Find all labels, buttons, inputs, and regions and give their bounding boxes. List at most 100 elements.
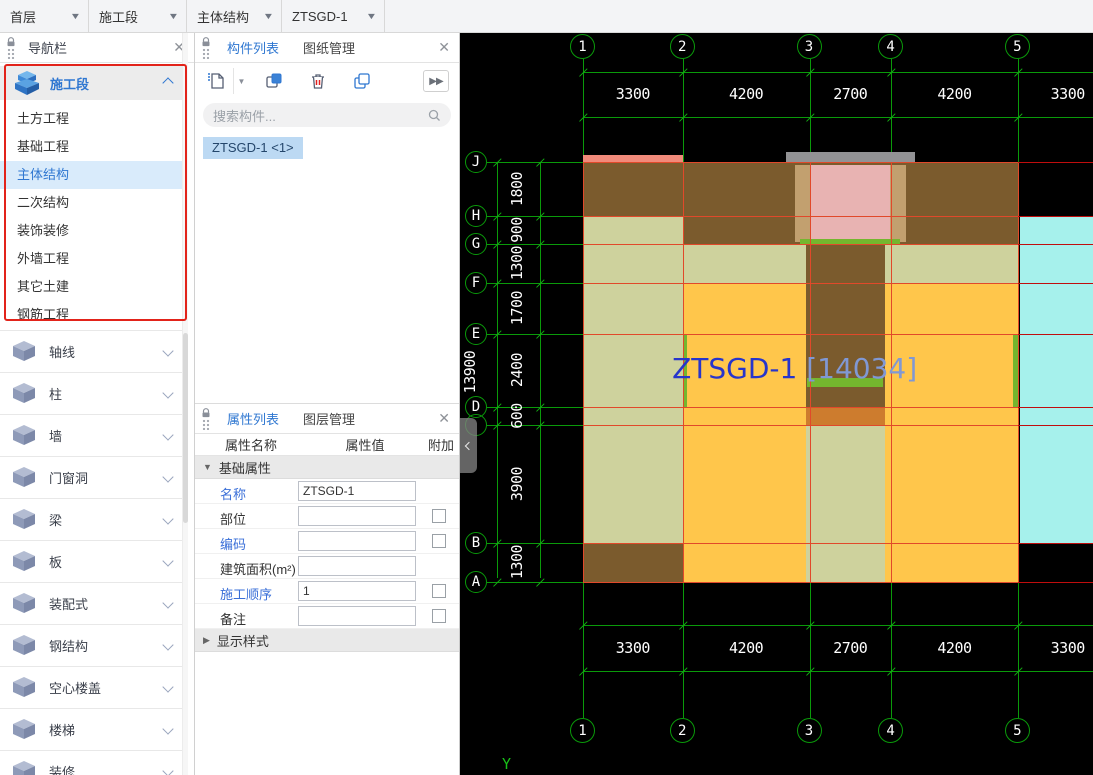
door-window-icon [11,465,39,491]
axis-overlay-horizontal [583,425,1018,426]
more-tools-button[interactable]: ▶▶ [423,70,449,92]
new-component-button[interactable] [203,68,229,94]
sidebar-item-label: 柱 [49,384,62,403]
axis-overlay-horizontal [583,582,1018,583]
plan-block-orange [683,425,806,543]
sidebar-item-5[interactable]: 梁 [0,498,188,540]
property-label[interactable]: 编码 [220,534,246,553]
grid-bubble-F: F [465,272,487,294]
sidebar-item-label: 钢结构 [49,636,88,655]
sidebar-item-7[interactable]: 装配式 [0,582,188,624]
panel-drag-handle[interactable] [197,37,215,59]
property-value-input[interactable] [298,581,416,601]
new-component-dropdown[interactable]: ▼ [233,68,249,94]
sidebar-item-4[interactable]: 门窗洞 [0,456,188,498]
component-panel-header: 构件列表 图纸管理 ✕ [195,33,459,63]
lock-icon [6,37,16,47]
property-row-3: 建筑面积(m²) [195,554,459,579]
property-value-input[interactable] [298,606,416,626]
panel-drag-handle[interactable] [197,408,215,430]
property-label: 建筑面积(m²) [220,559,296,578]
grip-dots-icon [202,48,210,59]
close-icon[interactable]: ✕ [438,40,450,54]
tab-property-list[interactable]: 属性列表 [215,404,291,433]
chevron-down-icon: ▼ [168,11,180,21]
component-dropdown[interactable]: ZTSGD-1 ▼ [282,0,385,32]
property-row-0: 名称 [195,479,459,504]
attach-checkbox[interactable] [432,534,446,548]
grid-bubble-J: J [465,151,487,173]
layer-copy-button[interactable] [349,68,375,94]
structure-dropdown[interactable]: 主体结构 ▼ [187,0,282,32]
plan-block-olive [583,425,683,543]
segment-dropdown[interactable]: 施工段 ▼ [89,0,187,32]
close-icon[interactable]: ✕ [438,411,450,425]
floor-dropdown[interactable]: 首层 ▼ [0,0,89,32]
attach-checkbox[interactable] [432,609,446,623]
axis-overlay-horizontal [583,244,1018,245]
plan-block-salmon [583,155,683,162]
top-toolbar: 首层 ▼ 施工段 ▼ 主体结构 ▼ ZTSGD-1 ▼ [0,0,1093,33]
chevron-left-icon [464,441,472,449]
copy-component-button[interactable] [261,68,287,94]
sidebar-item-2[interactable]: 柱 [0,372,188,414]
nav-item-3[interactable]: 二次结构 [0,189,188,217]
grid-bubble-1: 1 [570,34,595,59]
sidebar-item-8[interactable]: 钢结构 [0,624,188,666]
property-label[interactable]: 名称 [220,484,246,503]
plan-block-cyan [1020,216,1093,542]
nav-item-0[interactable]: 土方工程 [0,105,188,133]
section-basic-properties[interactable]: ▼ 基础属性 [195,456,459,479]
sidebar-item-11[interactable]: 装修 [0,750,188,775]
plan-block-orange [885,407,1018,425]
new-document-icon [206,71,226,91]
tab-layer-management[interactable]: 图层管理 [291,404,367,433]
column-property-value: 属性值 [307,435,423,454]
nav-item-5[interactable]: 外墙工程 [0,245,188,273]
component-list-item[interactable]: ZTSGD-1 <1> [203,137,303,159]
delete-component-button[interactable] [305,68,331,94]
cad-viewport[interactable]: 1122334455JHGFEDBA3300330042004200270027… [460,33,1093,775]
property-label[interactable]: 施工顺序 [220,584,272,603]
nav-group-construction-segment[interactable]: 施工段 [0,66,188,100]
chevron-down-icon: ▼ [70,11,82,21]
dimension-text: 600 [508,386,526,446]
section-display-style[interactable]: ▶ 显示样式 [195,629,459,652]
sidebar-item-1[interactable]: 轴线 [0,330,188,372]
nav-item-4[interactable]: 装饰装修 [0,217,188,245]
axis-grid-icon [11,339,39,365]
component-search-input[interactable]: 搜索构件... [203,103,451,127]
dimension-text: 4200 [924,639,984,657]
dimension-text: 4200 [924,85,984,103]
search-placeholder: 搜索构件... [213,106,428,125]
sidebar-item-6[interactable]: 板 [0,540,188,582]
overall-dimension-text: 13900 [461,342,479,402]
tab-drawing-management[interactable]: 图纸管理 [291,33,367,62]
sidebar-item-9[interactable]: 空心楼盖 [0,666,188,708]
nav-item-1[interactable]: 基础工程 [0,133,188,161]
property-value-input[interactable] [298,481,416,501]
collapse-panel-handle[interactable] [460,418,477,473]
plan-block-pink [811,165,890,242]
property-value-input[interactable] [298,506,416,526]
tab-component-list[interactable]: 构件列表 [215,33,291,62]
axis-overlay-vertical [1018,162,1019,582]
attach-checkbox[interactable] [432,584,446,598]
panel-drag-handle[interactable] [2,37,20,59]
nav-item-7[interactable]: 钢筋工程 [0,301,188,329]
property-value-input[interactable] [298,531,416,551]
sidebar-scrollbar [182,33,188,775]
nav-item-2[interactable]: 主体结构 [0,161,188,189]
axis-overlay-horizontal-right [1018,216,1093,217]
attach-checkbox[interactable] [432,509,446,523]
sidebar-item-10[interactable]: 楼梯 [0,708,188,750]
nav-item-6[interactable]: 其它土建 [0,273,188,301]
grid-bubble-2: 2 [670,34,695,59]
property-value-input[interactable] [298,556,416,576]
component-toolbar: ▼ [195,63,459,99]
dimension-text: 4200 [716,639,776,657]
component-label-name: ZTSGD-1 [672,352,806,385]
wall-icon [11,423,39,449]
sidebar-item-3[interactable]: 墙 [0,414,188,456]
sidebar-scrollbar-thumb[interactable] [183,333,188,523]
